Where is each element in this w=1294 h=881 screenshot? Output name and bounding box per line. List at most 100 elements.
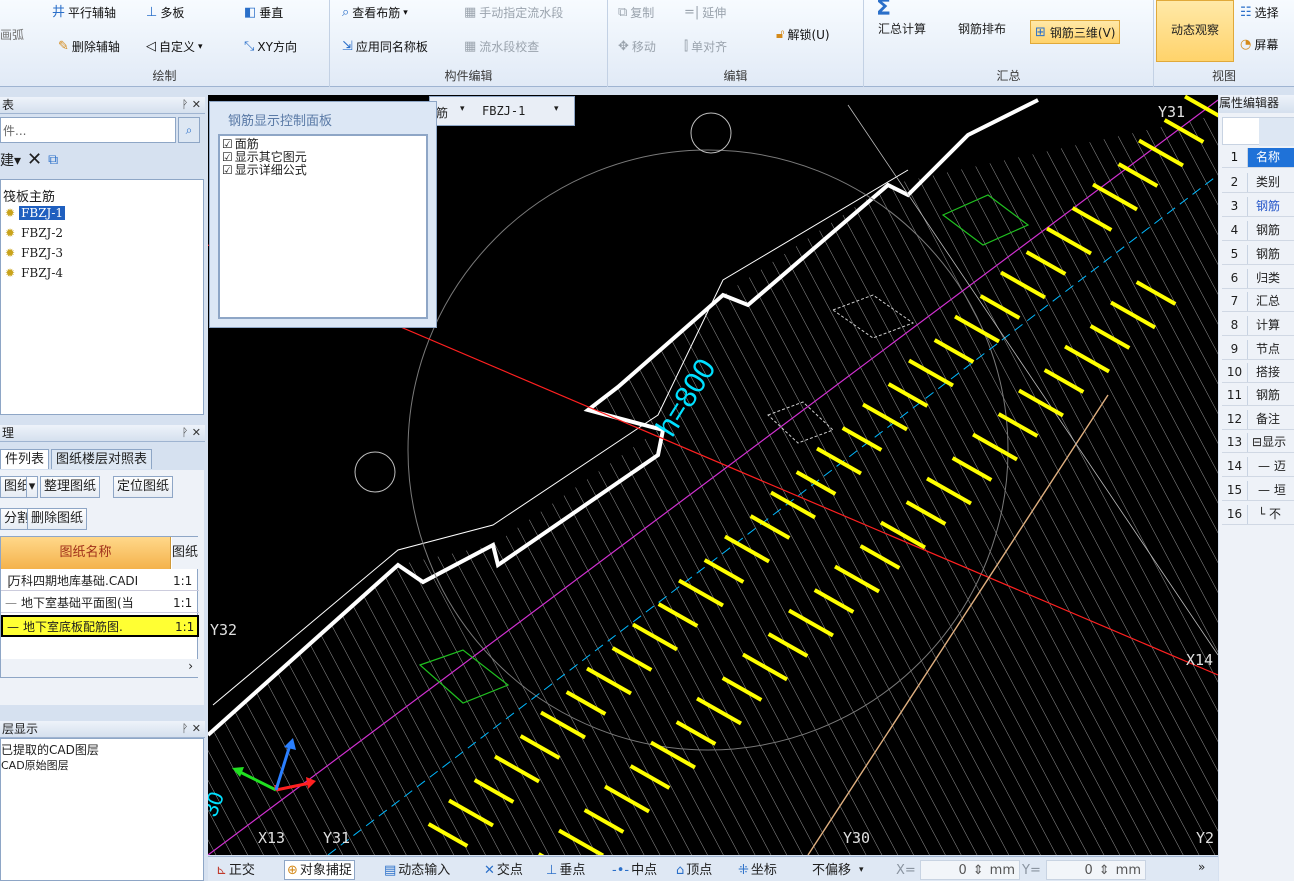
x-coordinate: X=: [896, 862, 916, 878]
component-toolbar: 建▾ ✕ ⧉: [0, 149, 58, 170]
table-row-selected[interactable]: — 地下室底板配筋图. 1:1: [1, 615, 199, 637]
tab-component-list[interactable]: 件列表: [0, 449, 50, 469]
property-row[interactable]: 4 钢筋: [1222, 221, 1294, 241]
chevron-right-icon[interactable]: ›: [188, 659, 193, 673]
table-row[interactable]: — 地下室基础平面图(当 1:1: [1, 593, 199, 613]
vertical-button[interactable]: ◧ 垂直: [244, 4, 283, 21]
property-row[interactable]: 3 钢筋: [1222, 197, 1294, 217]
list-item[interactable]: ✹ FBZJ-1: [5, 206, 66, 220]
align-button[interactable]: ⫿ 单对齐: [684, 38, 727, 55]
list-item[interactable]: ✹ FBZJ-2: [5, 226, 65, 240]
screen-button[interactable]: ◔ 屏幕: [1240, 36, 1278, 53]
dynamic-observe-button[interactable]: 动态观察: [1156, 0, 1234, 62]
x-coordinate-input[interactable]: 0 ⇕ mm: [920, 860, 1020, 880]
tab-floor-mapping[interactable]: 图纸楼层对照表: [51, 449, 153, 469]
column-header-name[interactable]: 图纸名称: [1, 537, 171, 569]
property-row[interactable]: 10 搭接: [1222, 363, 1294, 383]
more-tools-icon[interactable]: »: [1198, 857, 1205, 877]
dynamic-input-toggle[interactable]: ▤ 动态输入: [384, 860, 450, 880]
rebar-layout-button[interactable]: 钢筋排布: [958, 20, 1006, 37]
delete-axis-button[interactable]: ✎ 删除辅轴: [58, 38, 120, 55]
offset-select[interactable]: 不偏移 ▾: [812, 860, 864, 880]
property-row[interactable]: 7 汇总: [1222, 292, 1294, 312]
chevron-down-icon[interactable]: ▾: [554, 104, 559, 114]
custom-shape-icon: ◁: [146, 39, 156, 54]
property-row[interactable]: 5 钢筋: [1222, 245, 1294, 265]
layer-item[interactable]: CAD原始图层: [1, 757, 69, 773]
table-row[interactable]: | 万科四期地库基础.CADI 1:1: [1, 571, 199, 591]
vertex-snap[interactable]: ⌂ 顶点: [676, 860, 712, 880]
ortho-toggle[interactable]: ⊾ 正交: [216, 860, 255, 880]
move-button[interactable]: ✥ 移动: [618, 38, 656, 55]
xy-direction-button[interactable]: ⤡ XY方向: [244, 38, 297, 55]
type-combo[interactable]: 筋: [436, 104, 448, 121]
multi-board-button[interactable]: ⊥ 多板: [146, 4, 184, 21]
grid-icon: 井: [52, 5, 66, 20]
move-icon: ✥: [618, 39, 629, 54]
extend-icon: =|: [684, 5, 700, 20]
sum-icon: Σ: [876, 0, 892, 21]
checkbox-checked-icon[interactable]: ☑: [222, 164, 233, 177]
pin-close-icon[interactable]: ᚹ ✕: [182, 97, 201, 113]
chevron-down-icon[interactable]: ▾: [460, 104, 465, 114]
pin-close-icon[interactable]: ᚹ ✕: [182, 721, 201, 737]
property-row[interactable]: 11 钢筋: [1222, 386, 1294, 406]
locate-drawing-button[interactable]: 定位图纸: [113, 476, 174, 498]
midpoint-snap[interactable]: -•- 中点: [612, 860, 657, 880]
grid-3d-icon: ⊞: [1035, 24, 1046, 40]
guide-circle-small: [690, 112, 732, 154]
option-row[interactable]: ☑ 显示详细公式: [222, 164, 307, 177]
status-bar: ⊾ 正交 ⊕ 对象捕捉 ▤ 动态输入 ✕ 交点 ⊥ 垂点 -•- 中点 ⌂ 顶点 ⁜ 坐标 不偏…: [208, 856, 1218, 881]
custom-button[interactable]: ◁ 自定义 ▾: [146, 38, 203, 55]
object-snap-toggle[interactable]: ⊕ 对象捕捉: [284, 860, 355, 880]
new-component-button[interactable]: 建▾: [0, 150, 21, 170]
flow-check-button[interactable]: ▦ 流水段校查: [464, 38, 539, 55]
pin-close-icon[interactable]: ᚹ ✕: [182, 425, 201, 441]
drawing-manager-title: 理ᚹ ✕: [0, 425, 205, 442]
list-item[interactable]: ✹ FBZJ-3: [5, 246, 65, 260]
horizontal-scrollbar[interactable]: ›: [1, 659, 199, 677]
property-row[interactable]: 12 备注: [1222, 410, 1294, 430]
list-item[interactable]: ✹ FBZJ-4: [5, 266, 65, 280]
parallel-axis-button[interactable]: 井平行辅轴: [52, 4, 116, 21]
tree-group[interactable]: 筏板主筋: [3, 186, 55, 205]
property-row[interactable]: 15— 垣: [1222, 481, 1294, 501]
y-coordinate-input[interactable]: 0 ⇕ mm: [1046, 860, 1146, 880]
delete-icon[interactable]: ✕: [27, 149, 42, 170]
property-row[interactable]: 13 ⊟显示: [1222, 433, 1294, 453]
component-combo[interactable]: FBZJ-1: [482, 104, 525, 118]
layer-item[interactable]: 已提取的CAD图层: [1, 741, 99, 758]
unlock-button[interactable]: 🔓︎ 解锁(U): [776, 26, 830, 43]
rebar-3d-button[interactable]: ⊞ 钢筋三维(V): [1030, 20, 1121, 44]
property-row[interactable]: 16 └ 不: [1222, 505, 1294, 525]
collapse-icon[interactable]: ⊟: [1252, 435, 1262, 449]
property-row-selected[interactable]: 1 名称: [1222, 148, 1294, 168]
copy-button[interactable]: ⧉ 复制: [618, 4, 654, 21]
drawing-body: 图纸 ▾ 整理图纸 定位图纸 分割 删除图纸 图纸名称 图纸 | 万科四期地库基础…: [0, 470, 204, 705]
ribbon-group-view: 动态观察 ☷ 选择 ◔ 屏幕 视图: [1154, 0, 1294, 87]
property-row[interactable]: 8 计算: [1222, 316, 1294, 336]
property-row[interactable]: 14— 迈: [1222, 457, 1294, 477]
search-input[interactable]: 件...: [0, 117, 176, 143]
organize-drawing-button[interactable]: 整理图纸: [40, 476, 101, 498]
copy-component-icon[interactable]: ⧉: [48, 152, 58, 168]
extend-button[interactable]: =| 延伸: [684, 4, 726, 21]
column-header-scale[interactable]: 图纸: [172, 537, 199, 569]
property-row[interactable]: 6 归类: [1222, 269, 1294, 289]
perpendicular-snap[interactable]: ⊥ 垂点: [546, 860, 585, 880]
select-button[interactable]: ☷ 选择: [1240, 4, 1279, 21]
arc-button[interactable]: 画弧: [0, 26, 24, 43]
delete-drawing-button[interactable]: 删除图纸: [27, 508, 88, 530]
add-drawing-dropdown[interactable]: ▾: [26, 476, 38, 498]
view-rebar-button[interactable]: ⌕ 查看布筋 ▾: [342, 4, 408, 21]
apply-same-name-button[interactable]: ⇲ 应用同名称板: [342, 38, 428, 55]
search-icon[interactable]: ⌕: [178, 117, 200, 143]
property-row[interactable]: 9 节点: [1222, 340, 1294, 360]
ribbon-group-summary: Σ 汇总计算 钢筋排布 ⊞ 钢筋三维(V) 汇总: [864, 0, 1154, 87]
summary-calc-button[interactable]: 汇总计算: [878, 20, 926, 37]
manual-flow-button[interactable]: ▦ 手动指定流水段: [464, 4, 563, 21]
property-row[interactable]: 2 类别: [1222, 173, 1294, 193]
intersection-snap[interactable]: ✕ 交点: [484, 860, 523, 880]
component-selector[interactable]: 筋 ▾ FBZJ-1 ▾: [429, 96, 575, 126]
coordinate-snap[interactable]: ⁜ 坐标: [738, 860, 777, 880]
